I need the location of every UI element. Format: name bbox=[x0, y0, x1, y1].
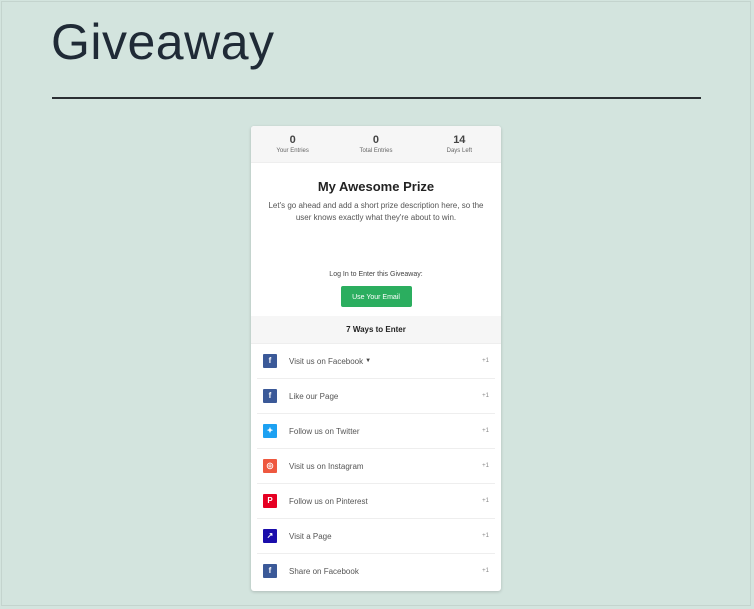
pinterest-icon: P bbox=[263, 494, 277, 508]
facebook-icon: f bbox=[263, 564, 277, 578]
entry-method-item[interactable]: ✦ Follow us on Twitter +1 bbox=[257, 414, 495, 449]
entry-method-label: Follow us on Twitter bbox=[289, 426, 360, 436]
entry-points: +1 bbox=[482, 533, 489, 539]
instagram-icon: ◎ bbox=[263, 459, 277, 473]
entry-method-label: Like our Page bbox=[289, 391, 339, 401]
entry-method-item[interactable]: f Share on Facebook +1 bbox=[257, 554, 495, 588]
twitter-icon: ✦ bbox=[263, 424, 277, 438]
entry-points: +1 bbox=[482, 428, 489, 434]
ways-to-enter-header: 7 Ways to Enter bbox=[251, 316, 501, 344]
entry-method-label: Follow us on Pinterest bbox=[289, 496, 368, 506]
entry-points: +1 bbox=[482, 393, 489, 399]
entry-method-item[interactable]: ◎ Visit us on Instagram +1 bbox=[257, 449, 495, 484]
external-link-icon: ↗ bbox=[263, 529, 277, 543]
entry-methods-list: f Visit us on Facebook ▼ +1 f Like our Page +1… bbox=[251, 344, 501, 588]
facebook-icon: f bbox=[263, 354, 277, 368]
entry-points: +1 bbox=[482, 498, 489, 504]
login-label: Log In to Enter this Giveaway: bbox=[329, 271, 423, 278]
entry-method-label: Visit us on Instagram bbox=[289, 461, 364, 471]
use-email-button[interactable]: Use Your Email bbox=[340, 286, 412, 307]
entry-method-item[interactable]: ↗ Visit a Page +1 bbox=[257, 519, 495, 554]
entry-points: +1 bbox=[482, 358, 489, 364]
entry-method-label: Share on Facebook bbox=[289, 566, 359, 576]
stat-label: Your Entries bbox=[276, 148, 309, 154]
stats-bar: 0 Your Entries 0 Total Entries 14 Days L… bbox=[251, 126, 501, 163]
chevron-down-icon[interactable]: ▼ bbox=[365, 358, 371, 364]
facebook-icon: f bbox=[263, 389, 277, 403]
entry-method-label: Visit a Page bbox=[289, 531, 332, 541]
stat-value: 0 bbox=[289, 134, 296, 146]
title-divider bbox=[52, 97, 701, 99]
stat-days-left: 14 Days Left bbox=[418, 126, 501, 162]
prize-description: Let's go ahead and add a short prize des… bbox=[268, 201, 484, 222]
giveaway-widget: 0 Your Entries 0 Total Entries 14 Days L… bbox=[251, 126, 501, 591]
stat-label: Total Entries bbox=[359, 148, 393, 154]
entry-method-item[interactable]: f Visit us on Facebook ▼ +1 bbox=[257, 344, 495, 379]
stat-your-entries: 0 Your Entries bbox=[251, 126, 334, 162]
entry-method-item[interactable]: P Follow us on Pinterest +1 bbox=[257, 484, 495, 519]
stat-value: 14 bbox=[453, 134, 466, 146]
entry-points: +1 bbox=[482, 463, 489, 469]
entry-points: +1 bbox=[482, 568, 489, 574]
stat-value: 0 bbox=[372, 134, 380, 146]
entry-method-label: Visit us on Facebook bbox=[289, 356, 364, 366]
stat-label: Days Left bbox=[446, 148, 472, 154]
entry-method-item[interactable]: f Like our Page +1 bbox=[257, 379, 495, 414]
stat-total-entries: 0 Total Entries bbox=[334, 126, 417, 162]
prize-title: My Awesome Prize bbox=[317, 179, 435, 194]
page-title: Giveaway bbox=[51, 14, 275, 70]
